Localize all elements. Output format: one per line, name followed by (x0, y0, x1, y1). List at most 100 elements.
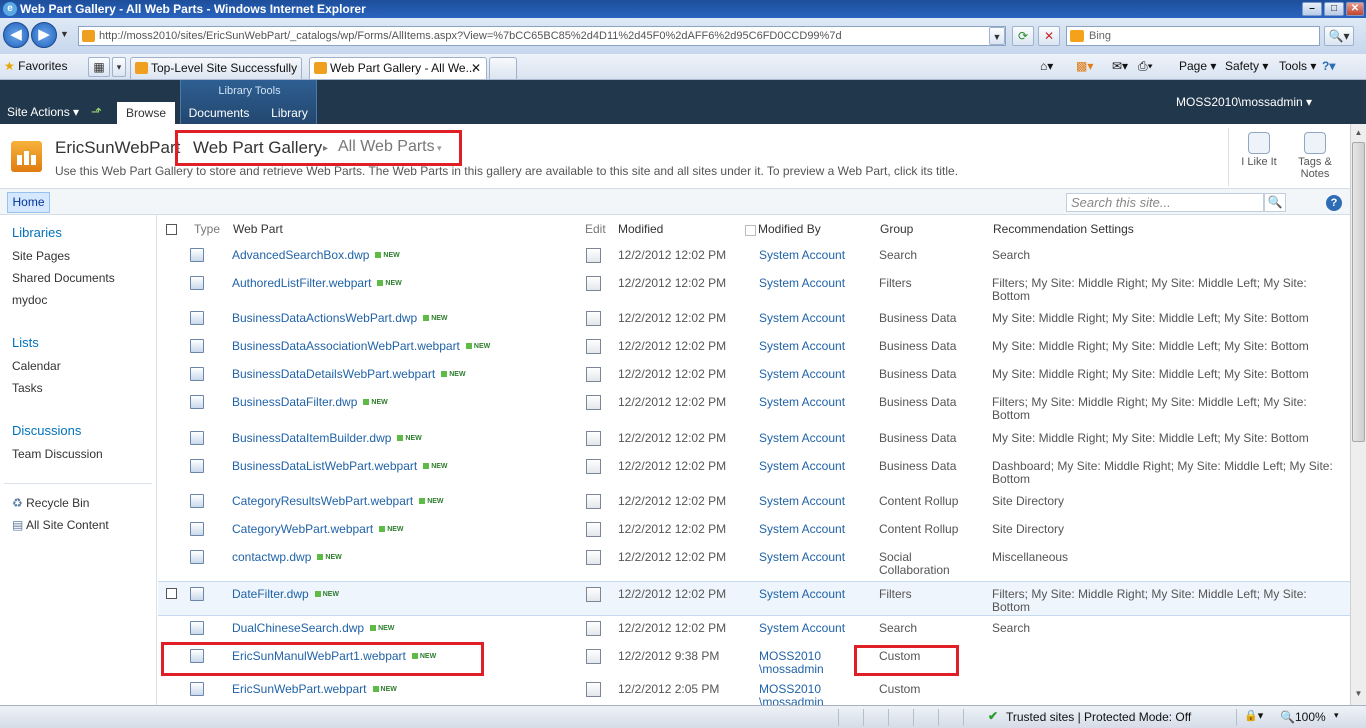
edit-properties-icon[interactable] (586, 311, 601, 326)
url-input[interactable]: http://moss2010/sites/EricSunWebPart/_ca… (78, 26, 1006, 46)
edit-properties-icon[interactable] (586, 339, 601, 354)
table-row[interactable]: CategoryWebPart.webpart NEW 12/2/2012 12:0… (158, 517, 1350, 545)
search-go-button[interactable]: 🔍▾ (1324, 26, 1354, 46)
webpart-name-link[interactable]: BusinessDataDetailsWebPart.webpart NEW (232, 368, 466, 381)
user-menu[interactable]: MOSS2010\mossadmin ▾ (1176, 95, 1312, 109)
table-row[interactable]: DualChineseSearch.dwp NEW 12/2/2012 12:02 … (158, 616, 1350, 644)
minimize-button[interactable]: – (1302, 2, 1322, 16)
nav-shared-documents[interactable]: Shared Documents (12, 271, 115, 285)
help-icon[interactable]: ?▾ (1322, 59, 1335, 73)
modified-by-link[interactable]: MOSS2010 \mossadmin (759, 650, 839, 676)
edit-properties-icon[interactable] (586, 682, 601, 697)
page-menu[interactable]: Page ▾ (1179, 59, 1216, 73)
webpart-name-link[interactable]: EricSunWebPart.webpart NEW (232, 683, 397, 696)
home-icon[interactable]: ⌂▾ (1040, 59, 1053, 73)
url-dropdown-button[interactable]: ▼ (989, 27, 1005, 45)
table-row[interactable]: AdvancedSearchBox.dwp NEW 12/2/2012 12:02 … (158, 243, 1350, 271)
favorites-button[interactable]: ★ Favorites (4, 59, 67, 73)
col-modified-by[interactable]: Modified By (758, 222, 821, 236)
modified-by-link[interactable]: System Account (759, 551, 845, 564)
edit-properties-icon[interactable] (586, 459, 601, 474)
webpart-name-link[interactable]: BusinessDataListWebPart.webpart NEW (232, 460, 448, 473)
table-row[interactable]: BusinessDataItemBuilder.dwp NEW 12/2/2012 … (158, 426, 1350, 454)
table-row[interactable]: BusinessDataActionsWebPart.dwp NEW 12/2/20… (158, 306, 1350, 334)
table-row[interactable]: BusinessDataAssociationWebPart.webpart NE… (158, 334, 1350, 362)
help-icon[interactable]: ? (1326, 195, 1342, 211)
modified-by-link[interactable]: System Account (759, 495, 845, 508)
modified-by-link[interactable]: System Account (759, 396, 845, 409)
webpart-name-link[interactable]: BusinessDataItemBuilder.dwp NEW (232, 432, 422, 445)
nav-all-site-content[interactable]: ▤ All Site Content (12, 518, 109, 532)
tab-documents[interactable]: Documents (184, 102, 254, 124)
edit-properties-icon[interactable] (586, 550, 601, 565)
nav-team-discussion[interactable]: Team Discussion (12, 447, 103, 461)
new-tab-button[interactable] (489, 57, 517, 79)
scroll-down-icon[interactable]: ▼ (1352, 687, 1365, 701)
table-row[interactable]: BusinessDataListWebPart.webpart NEW 12/2/2… (158, 454, 1350, 489)
table-row[interactable]: contactwp.dwp NEW 12/2/2012 12:02 PM System… (158, 545, 1350, 581)
nav-home[interactable]: Home (7, 192, 50, 213)
refresh-button[interactable]: ⟳ (1012, 26, 1034, 46)
modified-by-link[interactable]: System Account (759, 523, 845, 536)
feeds-icon[interactable]: ▩▾ (1076, 59, 1093, 73)
modified-by-filter-checkbox[interactable] (745, 225, 756, 236)
edit-properties-icon[interactable] (586, 395, 601, 410)
i-like-it-button[interactable]: I Like It (1233, 132, 1285, 168)
mail-icon[interactable]: ✉▾ (1112, 59, 1128, 73)
back-button[interactable]: ◀ (3, 22, 29, 48)
breadcrumb-site[interactable]: EricSunWebPart (55, 138, 180, 158)
row-checkbox[interactable] (166, 588, 177, 599)
webpart-name-link[interactable]: BusinessDataAssociationWebPart.webpart NE… (232, 340, 490, 353)
nav-tasks[interactable]: Tasks (12, 381, 43, 395)
modified-by-link[interactable]: System Account (759, 340, 845, 353)
edit-properties-icon[interactable] (586, 621, 601, 636)
table-row[interactable]: BusinessDataDetailsWebPart.webpart NEW 12/… (158, 362, 1350, 390)
modified-by-link[interactable]: System Account (759, 249, 845, 262)
edit-properties-icon[interactable] (586, 367, 601, 382)
tab-top-level-site[interactable]: Top-Level Site Successfully ... (130, 57, 302, 79)
webpart-name-link[interactable]: DualChineseSearch.dwp NEW (232, 622, 394, 635)
modified-by-link[interactable]: System Account (759, 622, 845, 635)
scroll-thumb[interactable] (1352, 142, 1365, 442)
modified-by-link[interactable]: System Account (759, 277, 845, 290)
zoom-dropdown-icon[interactable]: ▾ (1334, 710, 1339, 721)
nav-mydoc[interactable]: mydoc (12, 293, 47, 307)
webpart-name-link[interactable]: AdvancedSearchBox.dwp NEW (232, 249, 400, 262)
modified-by-link[interactable]: System Account (759, 432, 845, 445)
scroll-up-icon[interactable]: ▲ (1352, 126, 1365, 140)
tags-notes-button[interactable]: Tags & Notes (1289, 132, 1341, 180)
modified-by-link[interactable]: System Account (759, 312, 845, 325)
forward-button[interactable]: ▶ (31, 22, 57, 48)
tab-library[interactable]: Library (262, 102, 317, 124)
close-window-button[interactable]: ✕ (1346, 2, 1364, 16)
webpart-name-link[interactable]: BusinessDataFilter.dwp NEW (232, 396, 388, 409)
nav-libraries[interactable]: Libraries (12, 225, 62, 240)
col-web-part[interactable]: Web Part (233, 222, 283, 236)
edit-properties-icon[interactable] (586, 431, 601, 446)
print-icon[interactable]: ⎙▾ (1138, 59, 1153, 74)
nav-recycle-bin[interactable]: ♻ Recycle Bin (12, 496, 89, 510)
edit-properties-icon[interactable] (586, 522, 601, 537)
table-row[interactable]: CategoryResultsWebPart.webpart NEW 12/2/20… (158, 489, 1350, 517)
quick-tabs-button[interactable]: ▦ (88, 57, 110, 77)
tab-list-button[interactable]: ▾ (112, 57, 126, 77)
site-search-button[interactable]: 🔍 (1264, 193, 1286, 212)
safety-menu[interactable]: Safety ▾ (1225, 59, 1268, 73)
col-modified[interactable]: Modified (618, 222, 663, 236)
vertical-scrollbar[interactable]: ▲ ▼ (1350, 124, 1366, 705)
webpart-name-link[interactable]: BusinessDataActionsWebPart.dwp NEW (232, 312, 448, 325)
webpart-name-link[interactable]: CategoryResultsWebPart.webpart NEW (232, 495, 444, 508)
edit-properties-icon[interactable] (586, 587, 601, 602)
nav-discussions[interactable]: Discussions (12, 423, 81, 438)
webpart-name-link[interactable]: CategoryWebPart.webpart NEW (232, 523, 404, 536)
site-search-input[interactable]: Search this site... (1066, 193, 1264, 212)
history-dropdown-icon[interactable]: ▼ (60, 29, 69, 39)
tools-menu[interactable]: Tools ▾ (1279, 59, 1316, 73)
nav-lists[interactable]: Lists (12, 335, 39, 350)
col-type[interactable]: Type (194, 222, 220, 236)
zoom-level[interactable]: 100% (1295, 710, 1326, 724)
tab-web-part-gallery[interactable]: Web Part Gallery - All We... ✕ (309, 57, 487, 79)
search-input[interactable]: Bing (1066, 26, 1320, 46)
webpart-name-link[interactable]: DateFilter.dwp NEW (232, 588, 339, 601)
edit-properties-icon[interactable] (586, 248, 601, 263)
